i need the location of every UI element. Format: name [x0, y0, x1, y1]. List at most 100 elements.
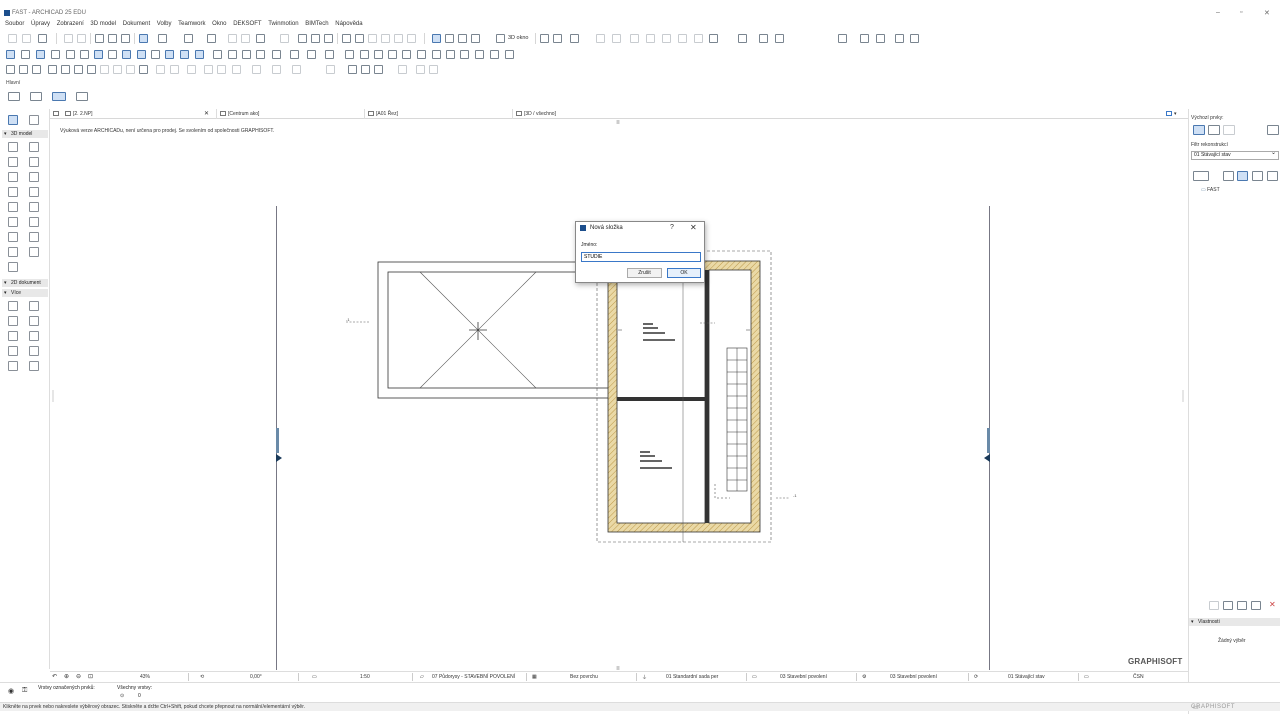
roof-tool-icon[interactable]	[29, 187, 39, 197]
pick-up-icon[interactable]	[95, 34, 104, 43]
layers-icon[interactable]	[256, 34, 265, 43]
print-preview-icon[interactable]	[1208, 125, 1220, 135]
arrow-tool-icon[interactable]	[8, 115, 18, 125]
trim-icon[interactable]	[342, 34, 351, 43]
house-icon[interactable]	[348, 65, 357, 74]
menu-twinmotion[interactable]: Twinmotion	[268, 19, 298, 29]
delete-icon[interactable]: ✕	[1269, 600, 1276, 609]
menu-soubor[interactable]: Soubor	[5, 19, 24, 29]
project-map-icon[interactable]	[1223, 171, 1234, 181]
new-folder-icon[interactable]	[1209, 601, 1219, 610]
offset-icon[interactable]	[407, 34, 416, 43]
tab-centrum[interactable]: [Centrum ako]	[216, 109, 361, 119]
roof-icon[interactable]	[122, 50, 131, 59]
shell-icon[interactable]	[460, 50, 469, 59]
dimension-icon[interactable]	[80, 50, 89, 59]
help-icon[interactable]: ?	[670, 224, 674, 231]
document-3d-icon[interactable]	[416, 65, 425, 74]
model-view-value[interactable]: 03 Stavební povolení	[780, 674, 827, 680]
move-icon[interactable]	[213, 50, 222, 59]
figure-tool-icon[interactable]	[8, 361, 18, 371]
layout-book-icon[interactable]	[1252, 171, 1263, 181]
arc-2-icon[interactable]	[113, 65, 122, 74]
column-icon[interactable]	[374, 50, 383, 59]
menu-zobrazeni[interactable]: Zobrazení	[57, 19, 84, 29]
offset-edge-icon[interactable]	[48, 65, 57, 74]
unify-icon[interactable]	[170, 65, 179, 74]
beam-icon[interactable]	[360, 50, 369, 59]
menu-dokument[interactable]: Dokument	[123, 19, 150, 29]
spline-icon[interactable]	[126, 65, 135, 74]
grid-icon[interactable]	[19, 65, 28, 74]
morph-tool-icon[interactable]	[29, 217, 39, 227]
radial-dimension-tool-icon[interactable]	[29, 331, 39, 341]
navigator-mode-icon[interactable]	[1193, 171, 1209, 181]
panel-settings-icon[interactable]	[1267, 125, 1279, 135]
save-view-icon[interactable]	[1223, 601, 1233, 610]
surface-value[interactable]: Bez povrchu	[570, 674, 598, 680]
stair-tool-icon[interactable]	[8, 202, 18, 212]
curtain-wall-icon[interactable]	[446, 50, 455, 59]
railing-icon[interactable]	[432, 50, 441, 59]
door-tool-icon[interactable]	[29, 142, 39, 152]
layer-lock-icon[interactable]: ⚿	[22, 687, 27, 695]
marker-icon[interactable]	[292, 65, 301, 74]
column-tool-icon[interactable]	[8, 172, 18, 182]
elevate-icon[interactable]	[256, 50, 265, 59]
3d-style-icon[interactable]	[709, 34, 718, 43]
menu-teamwork[interactable]: Teamwork	[178, 19, 205, 29]
floor-plan-icon[interactable]	[432, 34, 441, 43]
filter-3d-icon[interactable]	[694, 34, 703, 43]
geometry-method-icon[interactable]	[52, 92, 66, 101]
object-tool-icon[interactable]	[29, 232, 39, 242]
subtract-icon[interactable]	[187, 65, 196, 74]
label-icon[interactable]	[252, 65, 261, 74]
pen-set-value[interactable]: 01 Standardní sada per	[666, 674, 718, 680]
arc-icon[interactable]	[51, 50, 60, 59]
tab-3d[interactable]: [3D / všechno]	[512, 109, 657, 119]
zone-icon[interactable]	[165, 50, 174, 59]
shell-tool-icon[interactable]	[8, 217, 18, 227]
undo-icon[interactable]	[64, 34, 73, 43]
all-layers-eye-icon[interactable]: ⊙	[120, 693, 124, 699]
opening-tool-icon[interactable]	[8, 262, 18, 272]
folder-name-input[interactable]	[581, 252, 701, 262]
menu-okno[interactable]: Okno	[212, 19, 226, 29]
orbit-icon[interactable]	[596, 34, 605, 43]
camera-tool-icon[interactable]	[29, 361, 39, 371]
elevation-icon[interactable]	[458, 34, 467, 43]
dimension-value[interactable]: 03 Stavební povolení	[890, 674, 937, 680]
menu-upravy[interactable]: Úpravy	[31, 19, 50, 29]
guide-icon[interactable]	[184, 34, 193, 43]
skylight-icon[interactable]	[490, 50, 499, 59]
menu-napoveda[interactable]: Nápověda	[335, 19, 362, 29]
minimize-icon[interactable]: –	[1216, 9, 1220, 16]
slab-icon[interactable]	[108, 50, 117, 59]
adjust-icon[interactable]	[381, 34, 390, 43]
mesh-tool-icon[interactable]	[29, 247, 39, 257]
snap-point-icon[interactable]	[6, 65, 15, 74]
pet-palette-icon[interactable]	[8, 92, 20, 101]
view-map-icon[interactable]	[1237, 171, 1248, 181]
renovation-value[interactable]: 01 Stávající stav	[1008, 674, 1045, 680]
arrow-right-icon[interactable]	[66, 50, 75, 59]
tree-item-fast[interactable]: ▭ FAST	[1201, 187, 1220, 193]
skylight-tool-icon[interactable]	[29, 157, 39, 167]
scale-value[interactable]: 1:50	[360, 674, 370, 680]
tab-list-icon[interactable]	[53, 109, 61, 119]
angle-value[interactable]: 0,00°	[250, 674, 262, 680]
interior-elevation-icon[interactable]	[471, 34, 480, 43]
zoom-out-icon[interactable]: ⊖	[76, 673, 81, 680]
snap-icon[interactable]	[228, 34, 237, 43]
mesh-icon[interactable]	[137, 50, 146, 59]
multiply-icon[interactable]	[307, 50, 316, 59]
opening-icon[interactable]	[505, 50, 514, 59]
toolbox-section-more[interactable]: Více	[2, 289, 48, 297]
text-icon[interactable]	[272, 65, 281, 74]
change-tool-icon[interactable]	[29, 301, 39, 311]
line-type-icon[interactable]	[36, 50, 45, 59]
door-icon[interactable]	[388, 50, 397, 59]
3d-cutplanes-icon[interactable]	[646, 34, 655, 43]
window-tool-icon[interactable]	[8, 157, 18, 167]
circle-icon[interactable]	[100, 65, 109, 74]
